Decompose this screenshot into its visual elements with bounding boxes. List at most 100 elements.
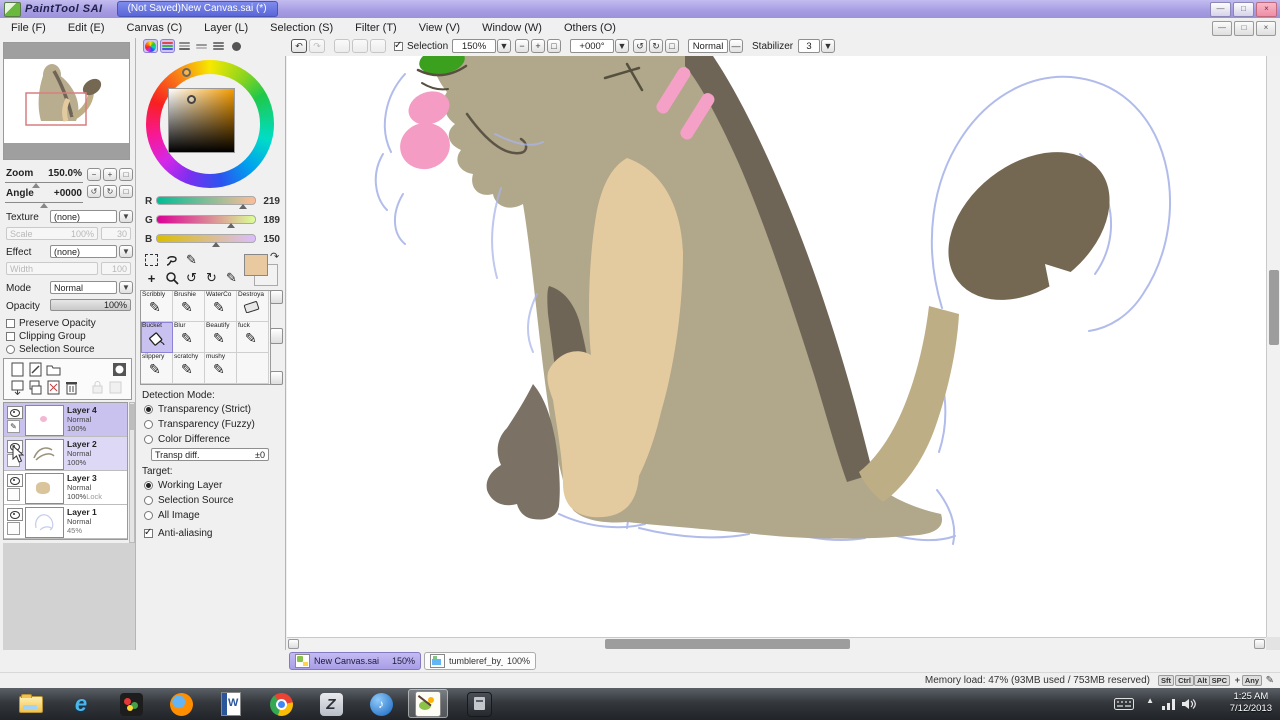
nav-angle-reset-button[interactable]: □ bbox=[119, 185, 133, 198]
stabilizer-dropdown-button[interactable]: ▼ bbox=[821, 39, 835, 53]
navigator-thumbnail[interactable] bbox=[4, 59, 129, 143]
zoom-dropdown-button[interactable]: ▼ bbox=[497, 39, 511, 53]
angle-value[interactable]: +000° bbox=[570, 39, 614, 53]
layers-scrollbar[interactable] bbox=[129, 402, 135, 543]
brush-scroll-down[interactable] bbox=[270, 371, 283, 385]
tool-mode-button[interactable]: — bbox=[729, 39, 743, 53]
menu-window[interactable]: Window (W) bbox=[471, 18, 553, 38]
nav-rotate-ccw-button[interactable]: ↺ bbox=[87, 185, 101, 198]
taskbar-clock[interactable]: 1:25 AM 7/12/2013 bbox=[1230, 691, 1272, 715]
angle-reset-button[interactable]: □ bbox=[665, 39, 679, 53]
detection-strict-row[interactable]: Transparency (Strict) bbox=[144, 404, 251, 415]
selection-checkbox[interactable] bbox=[394, 40, 403, 51]
merge-down-icon[interactable] bbox=[28, 380, 43, 395]
nav-zoom-in-button[interactable]: + bbox=[103, 168, 117, 181]
brush-scrollbar[interactable] bbox=[270, 290, 283, 385]
rect-select-tool[interactable] bbox=[143, 252, 160, 268]
clipping-group-row[interactable]: Clipping Group bbox=[6, 331, 86, 342]
brush-mushy[interactable]: mushy ✎ bbox=[205, 353, 237, 384]
brush-scroll-thumb[interactable] bbox=[270, 328, 283, 344]
brush-blur[interactable]: Blur ✎ bbox=[173, 322, 205, 353]
detection-fuzzy-row[interactable]: Transparency (Fuzzy) bbox=[144, 419, 255, 430]
red-slider-handle[interactable] bbox=[239, 204, 247, 209]
menu-selection[interactable]: Selection (S) bbox=[259, 18, 344, 38]
zoom-out-button[interactable]: − bbox=[515, 39, 529, 53]
rotate-tool[interactable]: ↺ bbox=[183, 270, 200, 286]
brush-scratchy[interactable]: scratchy ✎ bbox=[173, 353, 205, 384]
layer-mode-dropdown-button[interactable]: ▼ bbox=[119, 281, 133, 294]
hue-marker[interactable] bbox=[182, 68, 191, 77]
tab-new-canvas[interactable]: New Canvas.sai 150% bbox=[289, 652, 421, 670]
vertical-scroll-thumb[interactable] bbox=[1269, 270, 1279, 345]
redo-button[interactable]: ↷ bbox=[309, 39, 325, 53]
blue-slider[interactable] bbox=[156, 234, 256, 243]
zoom-reset-button[interactable]: □ bbox=[547, 39, 561, 53]
angle-dropdown-button[interactable]: ▼ bbox=[615, 39, 629, 53]
menu-edit[interactable]: Edit (E) bbox=[57, 18, 116, 38]
antialias-checkbox[interactable] bbox=[144, 527, 153, 538]
taskbar-media-app-icon[interactable] bbox=[118, 691, 144, 717]
effect-dropdown-button[interactable]: ▼ bbox=[119, 245, 133, 258]
target-working-radio[interactable] bbox=[144, 481, 153, 490]
nav-rotate-cw-button[interactable]: ↻ bbox=[103, 185, 117, 198]
taskbar-dark-app-icon[interactable] bbox=[466, 691, 492, 717]
rgb-slider-toggle[interactable] bbox=[160, 39, 175, 53]
layer-row-3[interactable]: Layer 3 Normal 100%Lock bbox=[4, 471, 127, 505]
transp-diff-box[interactable]: Transp diff. ±0 bbox=[151, 448, 269, 461]
taskbar-firefox-icon[interactable] bbox=[168, 691, 194, 717]
sv-marker[interactable] bbox=[187, 95, 196, 104]
zoom-in-button[interactable]: + bbox=[531, 39, 545, 53]
swatches-toggle[interactable] bbox=[211, 39, 226, 53]
child-minimize-button[interactable]: — bbox=[1212, 21, 1232, 36]
hsv-slider-toggle[interactable] bbox=[177, 39, 192, 53]
link-layer-icon[interactable] bbox=[108, 380, 123, 395]
delete-layer-icon[interactable] bbox=[64, 380, 79, 395]
tool-mode-value[interactable]: Normal bbox=[688, 39, 728, 53]
target-allimage-radio[interactable] bbox=[144, 511, 153, 520]
foreground-color-swatch[interactable] bbox=[244, 254, 268, 276]
taskbar-ie-icon[interactable]: e bbox=[68, 691, 94, 717]
taskbar-z-app-icon[interactable]: Z bbox=[318, 691, 344, 717]
selection-source-row[interactable]: Selection Source bbox=[6, 344, 95, 355]
green-slider[interactable] bbox=[156, 215, 256, 224]
visibility-toggle[interactable] bbox=[7, 474, 23, 487]
swap-colors-icon[interactable]: ↷ bbox=[270, 250, 279, 263]
taskbar-itunes-icon[interactable]: ♪ bbox=[368, 691, 394, 717]
window-maximize-button[interactable]: □ bbox=[1233, 2, 1254, 17]
zoom-tool[interactable] bbox=[163, 270, 180, 286]
move-tool[interactable]: + bbox=[143, 270, 160, 286]
new-linework-layer-icon[interactable] bbox=[28, 362, 43, 377]
selection-source-radio[interactable] bbox=[6, 345, 15, 354]
layer-row-4[interactable]: ✎ Layer 4 Normal 100% bbox=[4, 403, 127, 437]
layer-row-1[interactable]: Layer 1 Normal 45% bbox=[4, 505, 127, 539]
brush-scroll-up[interactable] bbox=[270, 290, 283, 304]
tab-tumbleref[interactable]: tumbleref_by_nigh... 100% bbox=[424, 652, 536, 670]
rotate-ccw-button[interactable]: ↺ bbox=[633, 39, 647, 53]
brush-beautify[interactable]: Beautify ✎ bbox=[205, 322, 237, 353]
clip-checkbox[interactable] bbox=[7, 488, 20, 501]
brush-bucket[interactable]: Bucket bbox=[141, 322, 173, 353]
show-selection-button[interactable] bbox=[370, 39, 386, 53]
navigator[interactable] bbox=[3, 42, 130, 160]
undo-button[interactable]: ↶ bbox=[291, 39, 307, 53]
nav-angle-slider-handle[interactable] bbox=[40, 203, 48, 208]
clip-checkbox[interactable] bbox=[7, 522, 20, 535]
canvas-horizontal-scrollbar[interactable] bbox=[287, 637, 1266, 650]
preserve-opacity-row[interactable]: Preserve Opacity bbox=[6, 318, 96, 329]
target-allimage-row[interactable]: All Image bbox=[144, 510, 200, 521]
brush-destroya[interactable]: Destroya bbox=[237, 291, 269, 322]
taskbar-sai-icon[interactable] bbox=[415, 691, 441, 717]
taskbar-explorer-icon[interactable] bbox=[18, 691, 44, 717]
scratchpad-toggle[interactable] bbox=[229, 39, 244, 53]
nav-zoom-reset-button[interactable]: □ bbox=[119, 168, 133, 181]
menu-layer[interactable]: Layer (L) bbox=[193, 18, 259, 38]
horizontal-scroll-thumb[interactable] bbox=[605, 639, 850, 649]
tray-volume-icon[interactable] bbox=[1182, 698, 1196, 710]
lasso-tool[interactable] bbox=[163, 252, 180, 268]
texture-dropdown-button[interactable]: ▼ bbox=[119, 210, 133, 223]
zoom-value[interactable]: 150% bbox=[452, 39, 496, 53]
tray-show-hidden-icon[interactable]: ▲ bbox=[1146, 696, 1154, 705]
deselect-button[interactable] bbox=[334, 39, 350, 53]
stabilizer-value[interactable]: 3 bbox=[798, 39, 820, 53]
saturation-value-square[interactable] bbox=[168, 88, 235, 153]
